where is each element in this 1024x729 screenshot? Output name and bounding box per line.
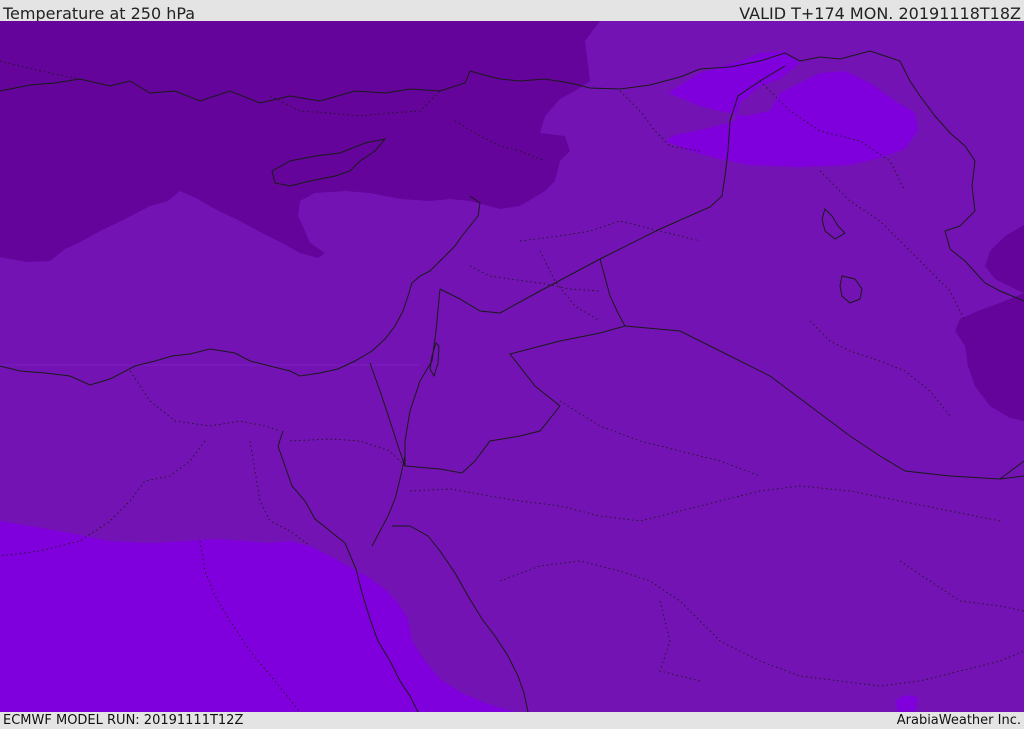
footer-bar: ECMWF MODEL RUN: 20191111T12Z ArabiaWeat… <box>0 712 1024 729</box>
temperature-map <box>0 21 1024 712</box>
model-run-label: ECMWF MODEL RUN: 20191111T12Z <box>3 713 244 728</box>
field-light-band <box>0 364 420 366</box>
brand-label: ArabiaWeather Inc. <box>896 713 1021 728</box>
header-bar: Temperature at 250 hPa VALID T+174 MON. … <box>0 0 1024 23</box>
